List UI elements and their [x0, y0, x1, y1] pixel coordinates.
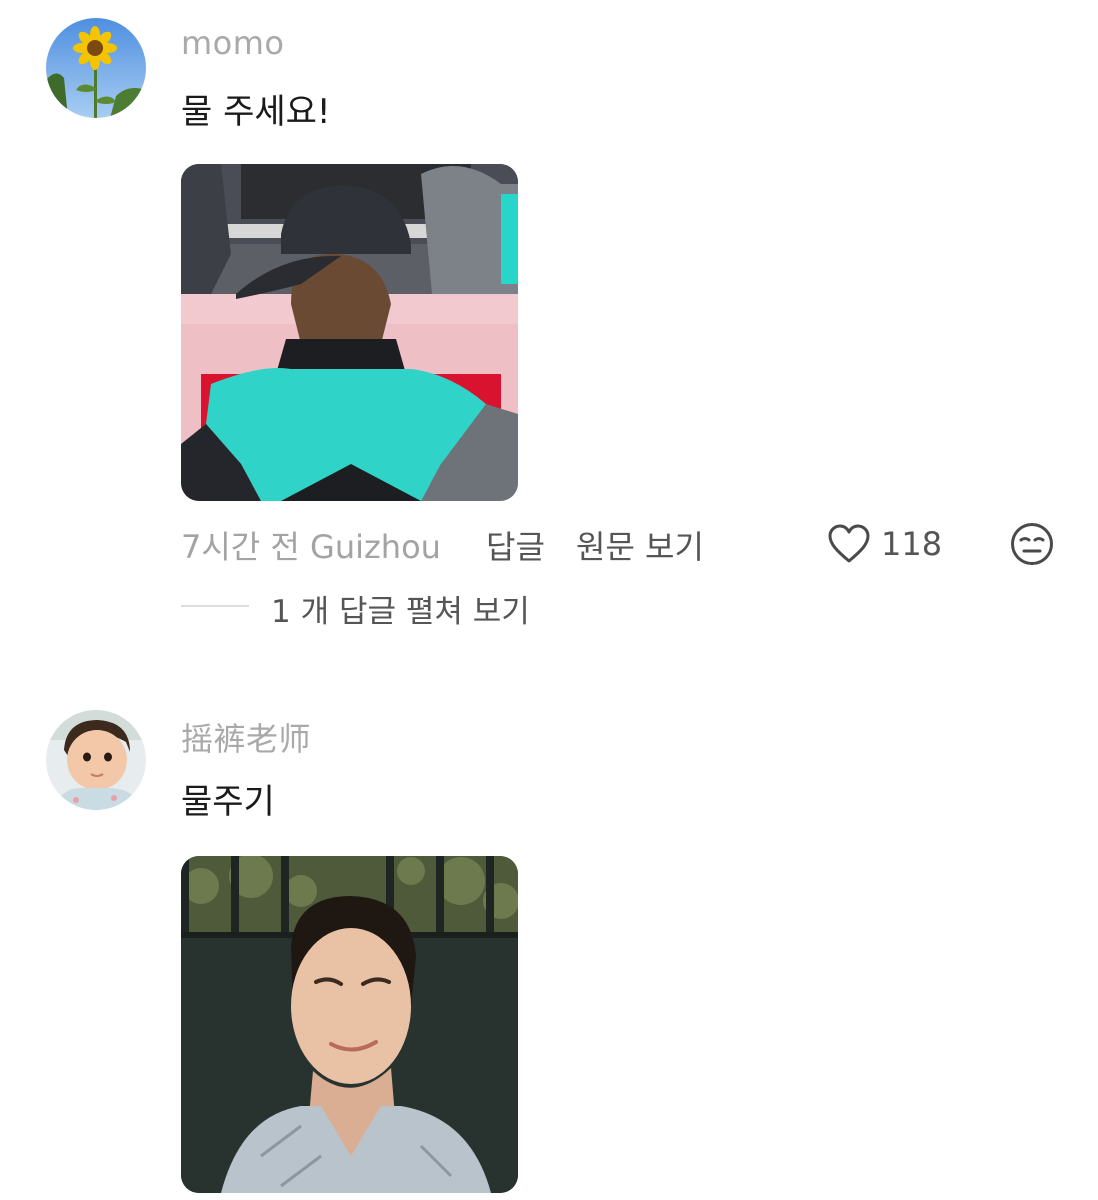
person-cap-back-photo-icon	[181, 164, 518, 501]
like-count: 118	[881, 525, 943, 563]
comment-item: momo 물 주세요! 7시간 전 Guizhou 답글 원문 보기 118 1…	[0, 0, 1098, 660]
comment-item: 摇裤老师 물주기	[0, 700, 1098, 1200]
comment-meta-row: 7시간 전 Guizhou 답글 원문 보기 118	[181, 520, 1061, 568]
time-location: 7시간 전 Guizhou	[181, 528, 441, 566]
expand-replies-button[interactable]: 1 개 답글 펼쳐 보기	[181, 586, 681, 630]
baby-avatar-icon	[46, 710, 146, 810]
username[interactable]: momo	[181, 24, 285, 62]
sunflower-avatar-icon	[46, 18, 146, 118]
heart-outline-icon	[828, 524, 870, 563]
comment-text: 물 주세요!	[181, 92, 331, 132]
user-avatar[interactable]	[46, 710, 146, 810]
emoji-face-icon	[1011, 523, 1053, 565]
comment-text: 물주기	[181, 782, 275, 822]
attached-image[interactable]	[181, 856, 518, 1193]
reaction-button[interactable]	[1010, 522, 1054, 566]
reply-button[interactable]: 답글	[486, 522, 545, 568]
divider-line	[181, 605, 249, 607]
username[interactable]: 摇裤老师	[181, 714, 311, 760]
like-button[interactable]: 118	[827, 520, 942, 568]
view-original-button[interactable]: 원문 보기	[576, 522, 704, 568]
smiling-person-photo-icon	[181, 856, 518, 1193]
attached-image[interactable]	[181, 164, 518, 501]
expand-replies-label: 1 개 답글 펼쳐 보기	[271, 594, 530, 630]
user-avatar[interactable]	[46, 18, 146, 118]
